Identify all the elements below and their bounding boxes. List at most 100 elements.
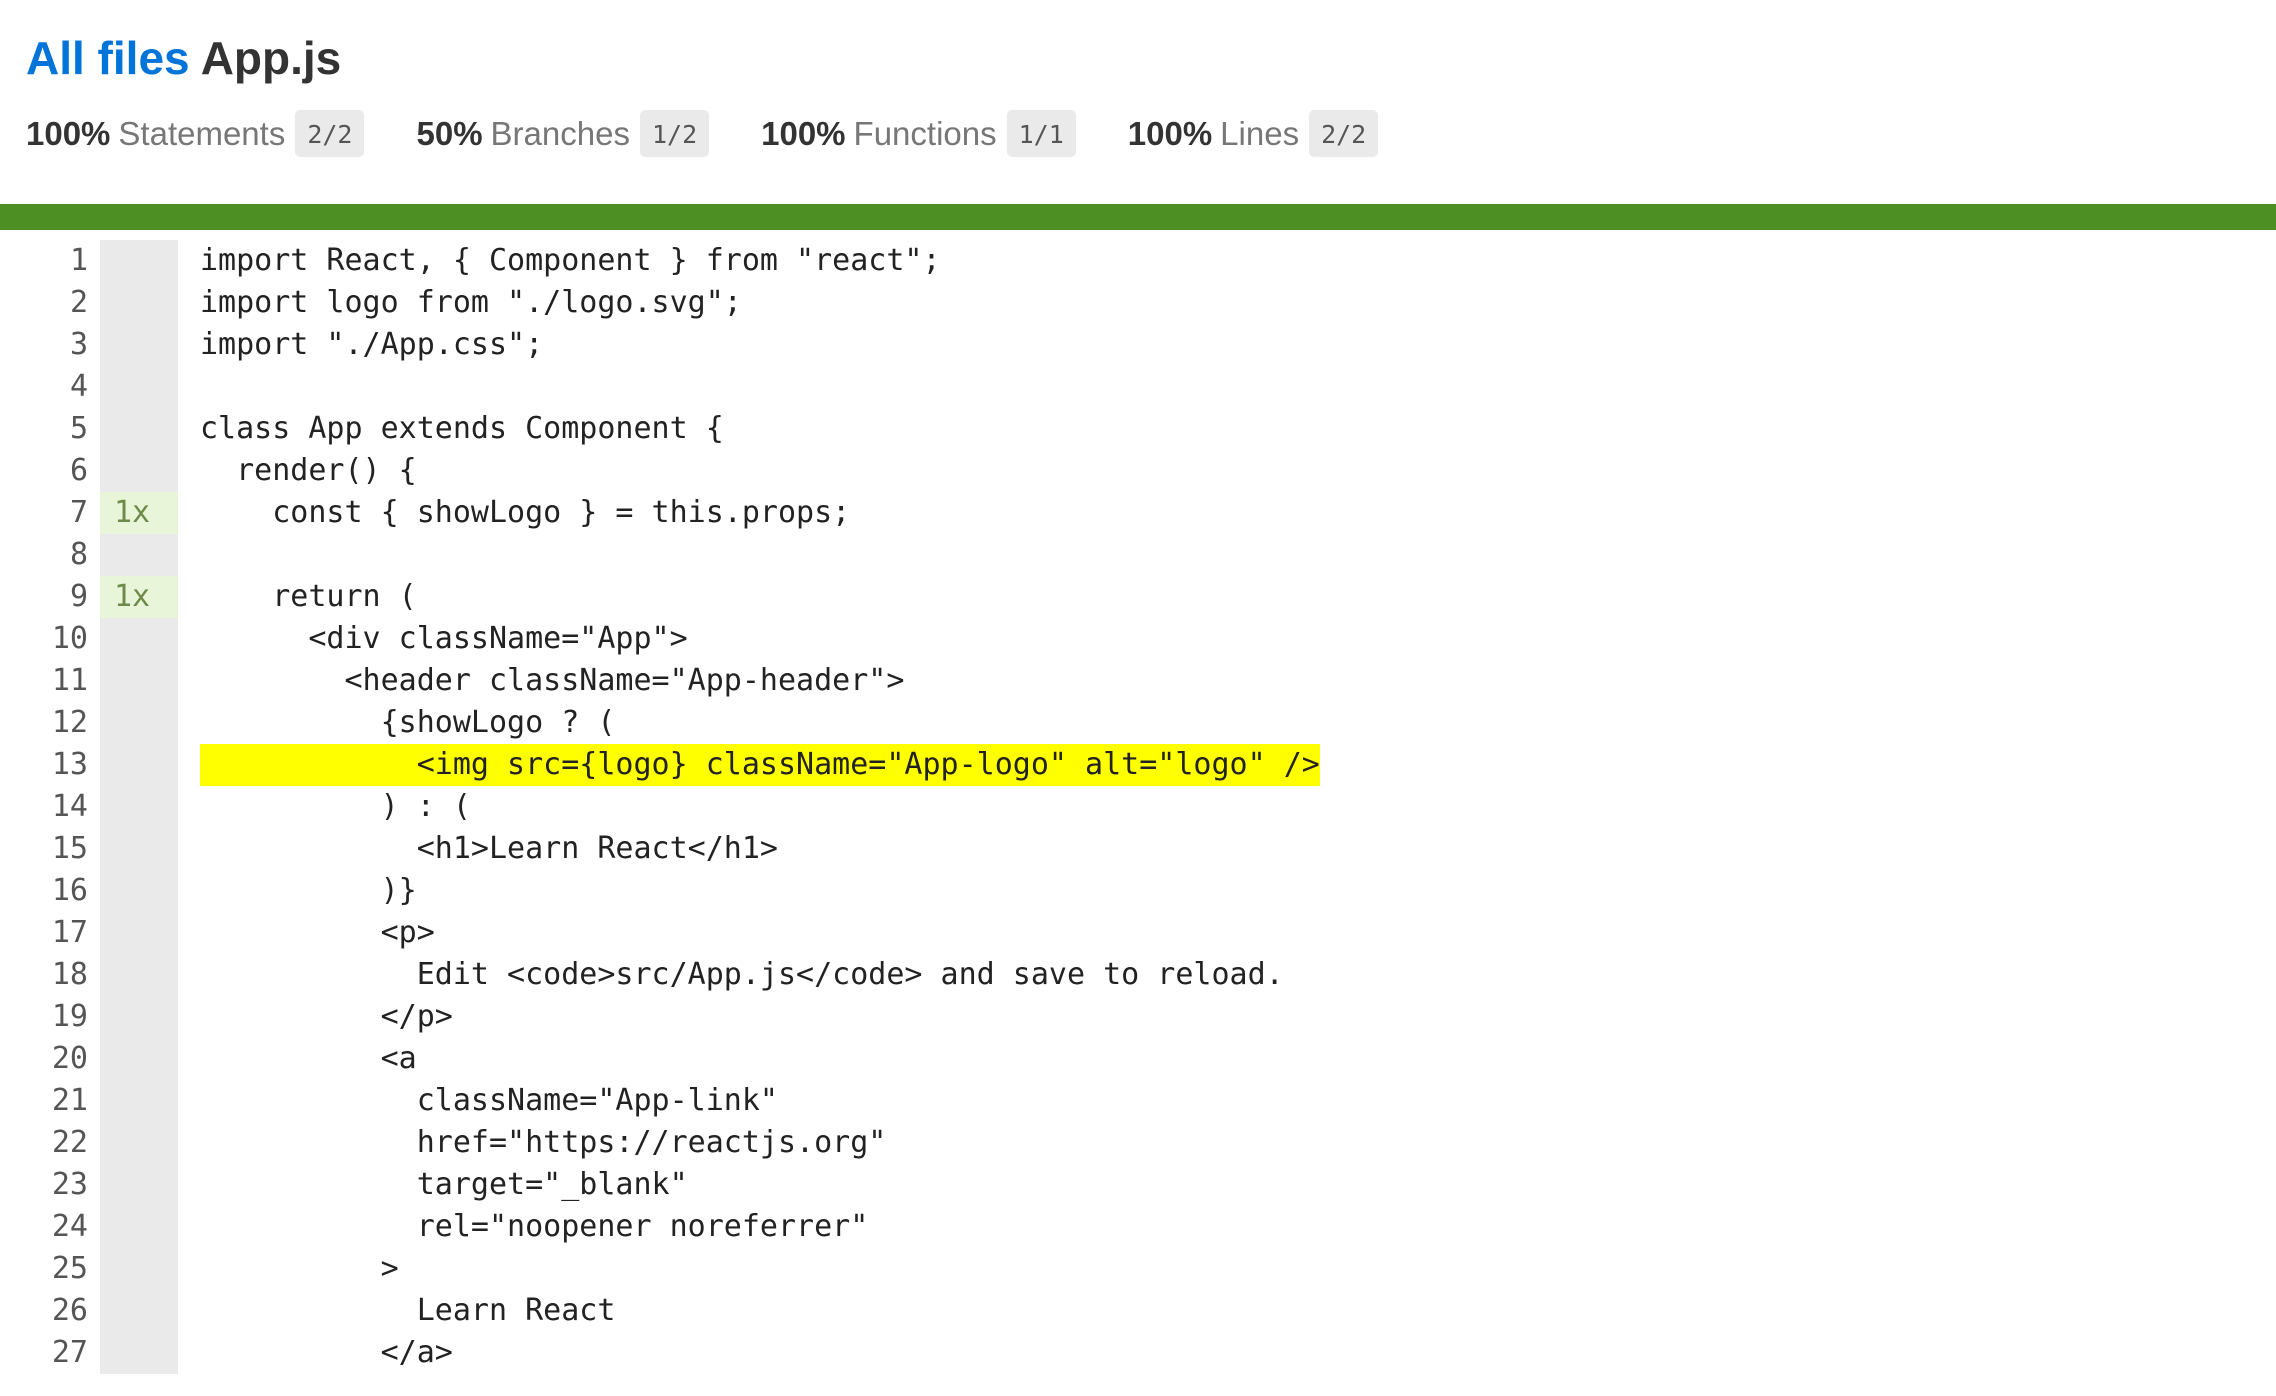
metric-statements: 100% Statements 2/2 <box>26 110 365 157</box>
code-line: 10 <div className="App"> <box>0 618 1320 660</box>
code-line: 25 > <box>0 1248 1320 1290</box>
hit-count <box>100 366 178 408</box>
line-number: 9 <box>69 579 88 614</box>
code-line: 27 </a> <box>0 1332 1320 1374</box>
code-line: 23 target="_blank" <box>0 1164 1320 1206</box>
hit-count <box>100 534 178 576</box>
line-number: 2 <box>69 285 88 320</box>
code-text: <a <box>200 1041 417 1076</box>
code-text: </p> <box>200 999 453 1034</box>
code-text: )} <box>200 873 417 908</box>
hit-count <box>100 408 178 450</box>
line-number: 4 <box>69 369 88 404</box>
code-line: 14 ) : ( <box>0 786 1320 828</box>
line-number: 23 <box>51 1167 88 1202</box>
code-text: import "./App.css"; <box>200 327 544 362</box>
line-number: 3 <box>69 327 88 362</box>
hit-count <box>100 240 178 282</box>
metric-branches: 50% Branches 1/2 <box>416 110 710 157</box>
code-line: 18 Edit <code>src/App.js</code> and save… <box>0 954 1320 996</box>
code-line: 21 className="App-link" <box>0 1080 1320 1122</box>
line-number: 5 <box>69 411 88 446</box>
code-text: rel="noopener noreferrer" <box>200 1209 869 1244</box>
code-line: 7 1x const { showLogo } = this.props; <box>0 492 1320 534</box>
code-text: const { showLogo } = this.props; <box>200 495 851 530</box>
metric-lines: 100% Lines 2/2 <box>1127 110 1379 157</box>
hit-count <box>100 954 178 996</box>
line-number: 27 <box>51 1335 88 1370</box>
line-number: 11 <box>51 663 88 698</box>
file-name: App.js <box>200 32 342 84</box>
hit-count <box>100 828 178 870</box>
line-number: 19 <box>51 999 88 1034</box>
code-line: 26 Learn React <box>0 1290 1320 1332</box>
hit-count <box>100 1164 178 1206</box>
hit-count <box>100 1122 178 1164</box>
code-line: 12 {showLogo ? ( <box>0 702 1320 744</box>
code-line: 8 <box>0 534 1320 576</box>
coverage-header: All files App.js 100% Statements 2/2 50%… <box>0 0 2276 180</box>
code-text: return ( <box>200 579 417 614</box>
hit-count <box>100 1290 178 1332</box>
hit-count <box>100 1248 178 1290</box>
metric-label: Lines <box>1220 114 1300 152</box>
line-number: 26 <box>51 1293 88 1328</box>
line-number: 22 <box>51 1125 88 1160</box>
source-lines: 1 import React, { Component } from "react… <box>0 240 1320 1374</box>
code-text: <header className="App-header"> <box>200 663 905 698</box>
metric-percent: 100% <box>1127 114 1213 152</box>
code-text: {showLogo ? ( <box>200 705 616 740</box>
coverage-metrics: 100% Statements 2/2 50% Branches 1/2 100… <box>26 110 2250 157</box>
line-number: 8 <box>69 537 88 572</box>
line-number: 20 <box>51 1041 88 1076</box>
hit-count <box>100 660 178 702</box>
metric-percent: 100% <box>26 114 111 152</box>
metric-label: Branches <box>490 114 630 152</box>
code-line: 13 <img src={logo} className="App-logo" … <box>0 744 1320 786</box>
code-text: Learn React <box>200 1293 616 1328</box>
code-text: <div className="App"> <box>200 621 688 656</box>
code-line: 19 </p> <box>0 996 1320 1038</box>
metric-fraction: 1/2 <box>639 110 710 157</box>
line-number: 17 <box>51 915 88 950</box>
code-line: 1 import React, { Component } from "react… <box>0 240 1320 282</box>
code-text: <h1>Learn React</h1> <box>200 831 778 866</box>
line-number: 25 <box>51 1251 88 1286</box>
code-line: 22 href="https://reactjs.org" <box>0 1122 1320 1164</box>
hit-count <box>100 324 178 366</box>
code-text: class App extends Component { <box>200 411 724 446</box>
hit-count: 1x <box>100 576 178 618</box>
source-code-view: 1 import React, { Component } from "react… <box>0 240 2276 1374</box>
code-line: 17 <p> <box>0 912 1320 954</box>
line-number: 12 <box>51 705 88 740</box>
line-number: 24 <box>51 1209 88 1244</box>
hit-count <box>100 1332 178 1374</box>
hit-count <box>100 1038 178 1080</box>
code-line: 6 render() { <box>0 450 1320 492</box>
metric-label: Functions <box>853 114 997 152</box>
code-text: </a> <box>200 1335 453 1370</box>
code-line: 15 <h1>Learn React</h1> <box>0 828 1320 870</box>
metric-fraction: 2/2 <box>1309 110 1379 157</box>
metric-fraction: 2/2 <box>295 110 365 157</box>
all-files-link[interactable]: All files <box>26 32 190 84</box>
code-text: ) : ( <box>200 789 471 824</box>
page-title: All files App.js <box>26 28 2250 88</box>
code-line: 24 rel="noopener noreferrer" <box>0 1206 1320 1248</box>
coverage-status-bar <box>0 204 2276 230</box>
code-line: 16 )} <box>0 870 1320 912</box>
hit-count <box>100 1206 178 1248</box>
line-number: 7 <box>69 495 88 530</box>
code-text: href="https://reactjs.org" <box>200 1125 887 1160</box>
source-table: 1 import React, { Component } from "react… <box>0 240 1320 1374</box>
code-text: target="_blank" <box>200 1167 688 1202</box>
code-line: 2 import logo from "./logo.svg"; <box>0 282 1320 324</box>
code-line: 11 <header className="App-header"> <box>0 660 1320 702</box>
code-line: 5 class App extends Component { <box>0 408 1320 450</box>
code-text: import logo from "./logo.svg"; <box>200 285 742 320</box>
hit-count <box>100 912 178 954</box>
code-text: import React, { Component } from "react"… <box>200 243 941 278</box>
hit-count <box>100 282 178 324</box>
metric-fraction: 1/1 <box>1006 110 1076 157</box>
hit-count <box>100 870 178 912</box>
